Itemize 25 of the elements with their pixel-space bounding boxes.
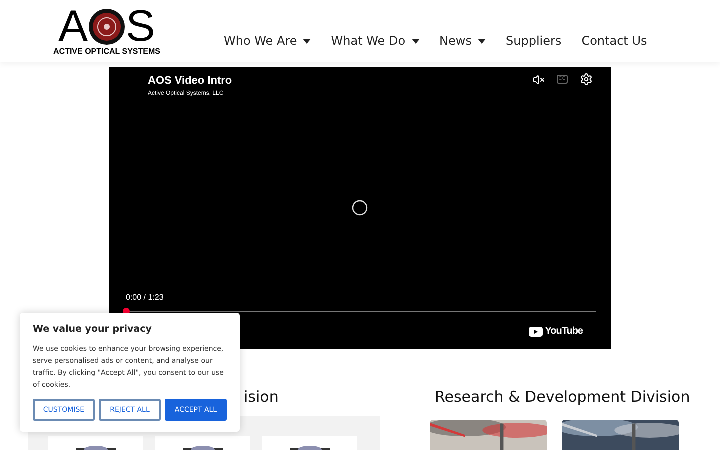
youtube-logo[interactable]: YouTube	[529, 324, 583, 339]
caret-icon[interactable]	[412, 38, 420, 44]
video-title[interactable]: AOS Video Intro	[148, 73, 232, 90]
loading-spinner-icon	[351, 199, 369, 217]
nav-link[interactable]: Suppliers	[506, 32, 562, 50]
section-heading: ision	[244, 387, 280, 408]
logo-letter: A	[58, 6, 88, 46]
logo[interactable]: A S ACTIVE OPTICAL SYSTEMS	[54, 6, 160, 56]
nav-link[interactable]: Who We Are	[224, 32, 298, 50]
product-card[interactable]	[48, 436, 143, 450]
product-card[interactable]	[155, 436, 250, 450]
section-heading: Research & Development Division	[435, 387, 690, 408]
logo-letter: S	[126, 6, 156, 46]
play-icon	[529, 326, 544, 336]
caret-icon[interactable]	[303, 38, 312, 44]
nav-link[interactable]: What We Do	[331, 32, 406, 50]
settings-icon[interactable]	[580, 73, 593, 86]
target-icon	[88, 8, 126, 46]
product-card[interactable]	[262, 436, 357, 450]
video-time: 0:00 / 1:23	[126, 292, 164, 304]
caret-icon[interactable]	[478, 38, 486, 44]
nav-link[interactable]: News	[440, 32, 472, 50]
logo-tagline: ACTIVE OPTICAL SYSTEMS	[54, 46, 160, 56]
mute-icon[interactable]	[532, 74, 545, 86]
nav-link[interactable]: Contact Us	[582, 32, 648, 50]
